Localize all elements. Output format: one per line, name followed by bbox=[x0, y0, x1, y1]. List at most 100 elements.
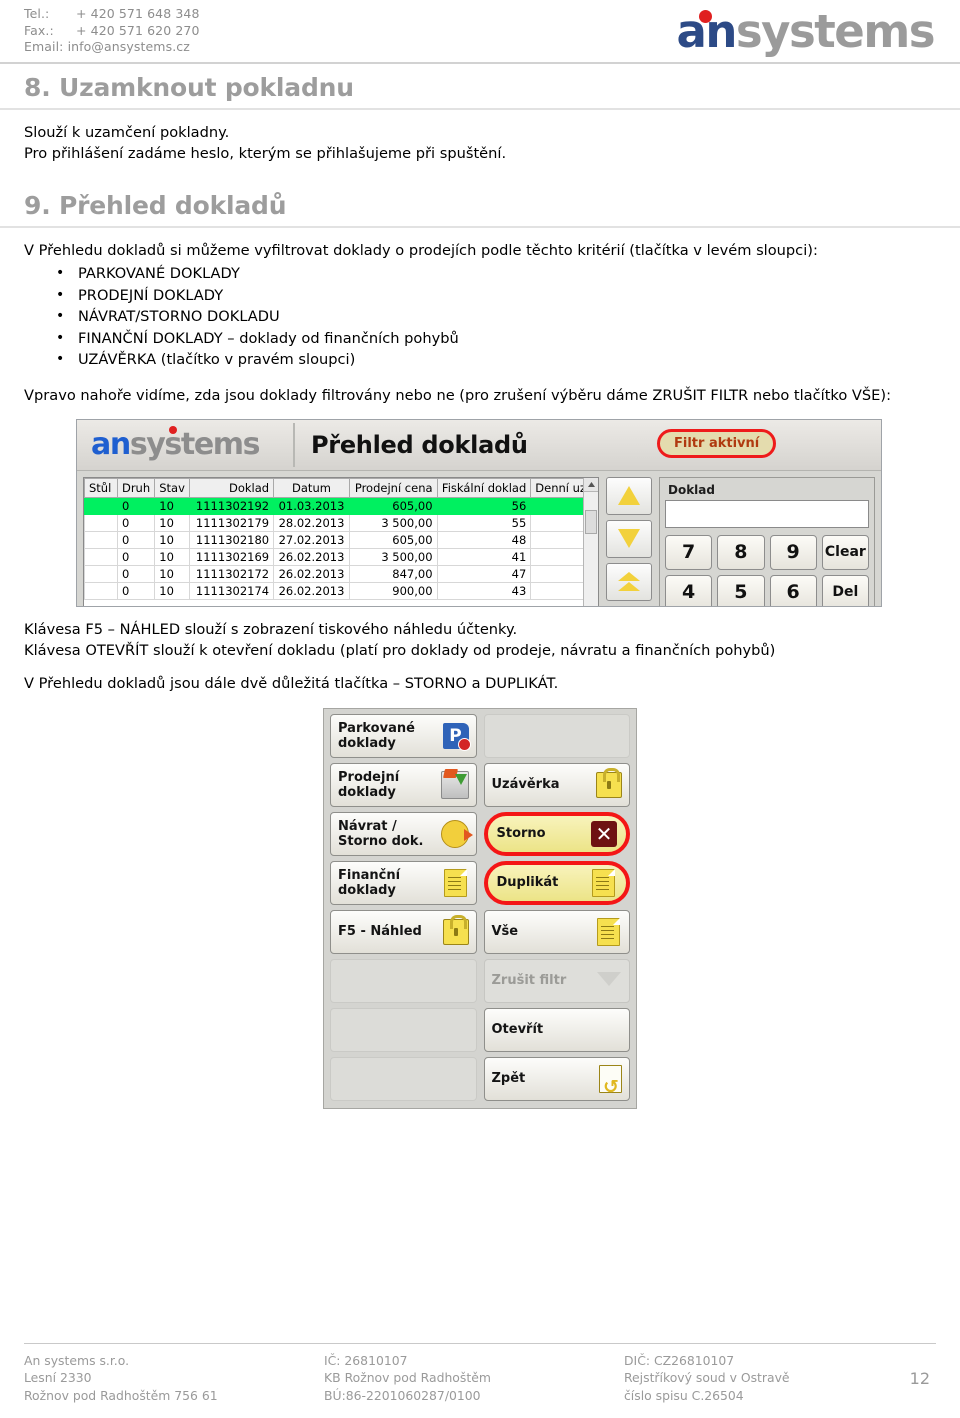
cell-fiskal: 41 bbox=[436, 548, 532, 566]
list-item: PRODEJNÍ DOKLADY bbox=[56, 285, 936, 307]
column-header-doklad[interactable]: Doklad bbox=[189, 477, 275, 498]
section-9-content: V Přehledu dokladů si můžeme vyfiltrovat… bbox=[0, 228, 960, 406]
button-otevrit[interactable]: Otevřít bbox=[483, 1007, 630, 1052]
column-header-datum[interactable]: Datum bbox=[273, 477, 350, 498]
cell-stav: 10 bbox=[154, 548, 191, 566]
table-row[interactable]: 0 10 1111302180 27.02.2013 605,00 48 bbox=[84, 531, 598, 549]
grid-vertical-scrollbar[interactable] bbox=[583, 477, 598, 606]
cell-stav: 10 bbox=[154, 514, 191, 532]
table-row[interactable]: 0 10 1111302192 01.03.2013 605,00 56 bbox=[84, 497, 598, 515]
note-f5: Klávesa F5 – NÁHLED slouží s zobrazení t… bbox=[24, 620, 518, 638]
nav-page-up-button[interactable] bbox=[606, 562, 652, 601]
filter-active-badge: Filtr aktivní bbox=[657, 428, 777, 458]
cell-stul bbox=[84, 565, 118, 583]
cell-doklad: 1111302174 bbox=[189, 582, 275, 600]
section-9-notes: Klávesa F5 – NÁHLED slouží s zobrazení t… bbox=[0, 607, 960, 694]
cell-doklad: 1111302172 bbox=[189, 565, 275, 583]
footer-file-number: číslo spisu C.26504 bbox=[624, 1387, 744, 1403]
funnel-icon bbox=[596, 970, 622, 992]
footer-court: Rejstříkový soud v Ostravě bbox=[624, 1370, 790, 1385]
document-icon bbox=[443, 868, 467, 897]
button-zpet[interactable]: Zpět bbox=[483, 1056, 630, 1101]
column-header-fiskalni-doklad[interactable]: Fiskální doklad bbox=[436, 477, 532, 498]
button-f5-nahled[interactable]: F5 - Náhled bbox=[330, 909, 477, 954]
app-logo-an-text: an bbox=[91, 426, 131, 462]
nav-down-button[interactable] bbox=[606, 519, 652, 558]
cell-druh: 0 bbox=[116, 548, 156, 566]
table-row[interactable]: 0 10 1111302169 26.02.2013 3 500,00 41 bbox=[84, 548, 598, 566]
table-row[interactable]: 0 10 1111302179 28.02.2013 3 500,00 55 bbox=[84, 514, 598, 532]
button-label: Zpět bbox=[491, 1071, 526, 1086]
button-empty-slot bbox=[330, 958, 477, 1003]
section-9-intro: V Přehledu dokladů si můžeme vyfiltrovat… bbox=[24, 242, 818, 259]
keypad-del-button[interactable]: Del bbox=[821, 574, 869, 606]
button-vse[interactable]: Vše bbox=[483, 909, 630, 954]
button-storno[interactable]: Storno ✕ bbox=[483, 811, 630, 856]
coins-return-icon bbox=[440, 819, 473, 848]
footer-ico: IČ: 26810107 bbox=[324, 1352, 408, 1368]
cash-register-icon bbox=[440, 770, 469, 799]
section-8-content: Slouží k uzamčení pokladny. Pro přihláše… bbox=[0, 110, 960, 184]
scroll-up-icon[interactable] bbox=[584, 477, 598, 492]
doklad-entry-panel: Doklad 7 8 9 Clear 4 5 6 Del bbox=[659, 476, 875, 606]
cell-doklad: 1111302169 bbox=[189, 548, 275, 566]
header-divider bbox=[0, 62, 960, 64]
table-row[interactable]: 0 10 1111302174 26.02.2013 900,00 43 bbox=[84, 582, 598, 600]
keypad-key-7[interactable]: 7 bbox=[665, 534, 713, 570]
footer-street: Lesní 2330 bbox=[24, 1370, 92, 1385]
back-doc-icon bbox=[599, 1064, 622, 1097]
keypad-key-6[interactable]: 6 bbox=[769, 574, 817, 606]
column-header-stul[interactable]: Stůl bbox=[84, 477, 118, 498]
list-item: NÁVRAT/STORNO DOKLADU bbox=[56, 306, 936, 328]
table-header-row: Stůl Druh Stav Doklad Datum Prodejní cen… bbox=[84, 477, 598, 498]
keypad-key-4[interactable]: 4 bbox=[665, 574, 713, 606]
column-header-druh[interactable]: Druh bbox=[116, 477, 156, 498]
scrollbar-thumb[interactable] bbox=[585, 509, 597, 534]
cell-fiskal: 48 bbox=[436, 531, 532, 549]
button-financni-doklady[interactable]: Finanční doklady bbox=[330, 860, 477, 905]
button-label: Duplikát bbox=[496, 875, 559, 890]
cell-stul bbox=[84, 531, 118, 549]
cell-datum: 26.02.2013 bbox=[273, 565, 350, 583]
keypad-key-8[interactable]: 8 bbox=[717, 534, 765, 570]
fax-value: + 420 571 620 270 bbox=[76, 22, 200, 38]
cell-stul bbox=[84, 548, 118, 566]
tel-value: + 420 571 648 348 bbox=[76, 6, 200, 21]
nav-up-button[interactable] bbox=[606, 476, 652, 515]
titlebar-divider bbox=[293, 422, 295, 467]
documents-grid[interactable]: Stůl Druh Stav Doklad Datum Prodejní cen… bbox=[83, 476, 599, 606]
button-zrusit-filtr[interactable]: Zrušit filtr bbox=[483, 958, 630, 1003]
button-empty-slot bbox=[483, 713, 630, 758]
keypad-clear-button[interactable]: Clear bbox=[821, 534, 869, 570]
footer-dic: DIČ: CZ26810107 bbox=[624, 1352, 735, 1368]
button-parkovane-doklady[interactable]: Parkované doklady P bbox=[330, 713, 477, 758]
tel-label: Tel.: bbox=[24, 6, 50, 21]
cell-fiskal: 55 bbox=[436, 514, 532, 532]
parking-doc-icon: P bbox=[442, 722, 471, 751]
document-icon bbox=[592, 868, 615, 897]
logo-systems-text: systems bbox=[735, 5, 936, 58]
page-number: 12 bbox=[909, 1368, 930, 1388]
keypad-key-9[interactable]: 9 bbox=[769, 534, 817, 570]
cell-datum: 26.02.2013 bbox=[273, 582, 350, 600]
keypad-key-5[interactable]: 5 bbox=[717, 574, 765, 606]
button-uzaverka[interactable]: Uzávěrka bbox=[483, 762, 630, 807]
button-duplikat[interactable]: Duplikát bbox=[483, 860, 630, 905]
table-row[interactable]: 0 10 1111302172 26.02.2013 847,00 47 bbox=[84, 565, 598, 583]
contact-tel: Tel.: + 420 571 648 348 bbox=[24, 6, 200, 23]
button-label: Parkované doklady bbox=[338, 720, 415, 751]
doklad-input[interactable] bbox=[665, 499, 869, 528]
cell-stul bbox=[84, 514, 118, 532]
button-navrat-storno-dok[interactable]: Návrat / Storno dok. bbox=[330, 811, 477, 856]
section-8-line-2: Pro přihlášení zadáme heslo, kterým se p… bbox=[24, 145, 507, 162]
column-header-prodejni-cena[interactable]: Prodejní cena bbox=[348, 477, 438, 498]
column-header-stav[interactable]: Stav bbox=[154, 477, 191, 498]
section-9-heading: 9. Přehled dokladů bbox=[0, 184, 960, 228]
button-label: Prodejní doklady bbox=[338, 769, 400, 800]
footer-company-name: An systems s.r.o. bbox=[24, 1352, 130, 1368]
lock-icon bbox=[596, 767, 622, 798]
button-prodejni-doklady[interactable]: Prodejní doklady bbox=[330, 762, 477, 807]
cell-cena: 847,00 bbox=[348, 565, 438, 583]
cell-fiskal: 56 bbox=[436, 497, 532, 515]
cell-cena: 900,00 bbox=[348, 582, 438, 600]
